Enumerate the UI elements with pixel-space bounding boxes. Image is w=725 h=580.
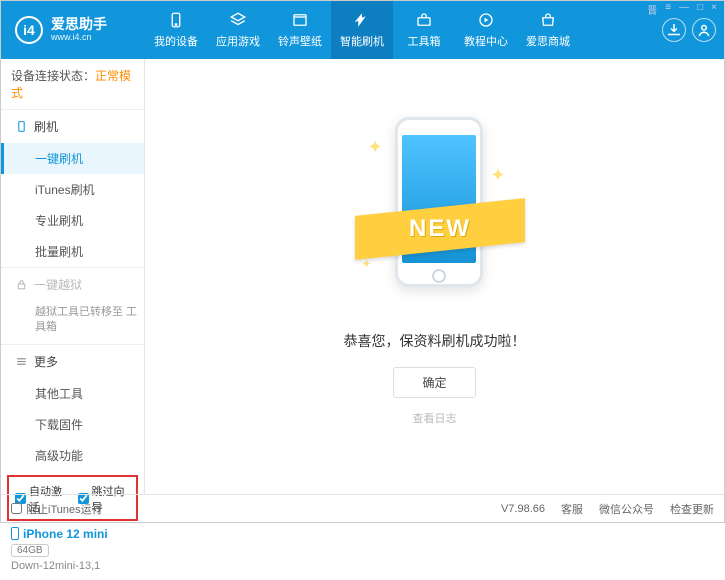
main-content: ✦ ✦ ✦ NEW 恭喜您，保资料刷机成功啦！ 确定 查看日志 [145,59,724,494]
main-nav: 我的设备应用游戏铃声壁纸智能刷机工具箱教程中心爱思商城 [145,1,662,59]
ok-button[interactable]: 确定 [393,367,475,398]
device-info: iPhone 12 mini 64GB Down-12mini-13,1 [1,523,144,580]
support-link[interactable]: 客服 [561,501,583,517]
sidebar: 设备连接状态：正常模式 刷机 一键刷机iTunes刷机专业刷机批量刷机 一键越狱… [1,59,145,494]
sidebar-item-flash-0[interactable]: 一键刷机 [1,143,144,174]
footer: 阻止iTunes运行 V7.98.66 客服 微信公众号 检查更新 [1,494,724,522]
phone-illustration: ✦ ✦ ✦ NEW [360,107,510,317]
device-model: Down-12mini-13,1 [11,560,134,572]
download-button[interactable] [662,18,686,42]
sidebar-item-flash-3[interactable]: 批量刷机 [1,236,144,267]
sidebar-head-jailbreak[interactable]: 一键越狱 [1,268,144,301]
nav-device[interactable]: 我的设备 [145,1,207,59]
device-name[interactable]: iPhone 12 mini [11,527,134,541]
device-icon [167,11,185,29]
view-log-link[interactable]: 查看日志 [413,410,457,426]
version-label: V7.98.66 [501,503,545,515]
tutorial-icon [477,11,495,29]
toolbox-icon [415,11,433,29]
nav-flash[interactable]: 智能刷机 [331,1,393,59]
logo-icon: i4 [15,16,43,44]
nav-tutorial[interactable]: 教程中心 [455,1,517,59]
user-button[interactable] [692,18,716,42]
win-min[interactable]: — [679,2,689,17]
header-right [662,18,716,42]
check-update-link[interactable]: 检查更新 [670,501,714,517]
success-message: 恭喜您，保资料刷机成功啦！ [344,331,526,351]
flash-icon [353,11,371,29]
sidebar-item-flash-2[interactable]: 专业刷机 [1,205,144,236]
sidebar-item-more-1[interactable]: 下载固件 [1,409,144,440]
phone-icon [11,527,19,540]
win-menu[interactable]: ≡ [665,2,671,17]
sidebar-item-more-2[interactable]: 高级功能 [1,440,144,471]
connection-status: 设备连接状态：正常模式 [1,59,144,109]
sidebar-head-more[interactable]: 更多 [1,345,144,378]
app-logo: i4 爱思助手 www.i4.cn [15,16,145,44]
store-icon [539,11,557,29]
win-max[interactable]: □ [697,2,703,17]
win-close[interactable]: × [711,2,717,17]
nav-apps[interactable]: 应用游戏 [207,1,269,59]
jailbreak-note: 越狱工具已转移至 工具箱 [1,301,144,344]
nav-toolbox[interactable]: 工具箱 [393,1,455,59]
sidebar-head-flash[interactable]: 刷机 [1,110,144,143]
nav-store[interactable]: 爱思商城 [517,1,579,59]
device-capacity: 64GB [11,544,49,557]
app-name: 爱思助手 [51,17,107,32]
sidebar-item-flash-1[interactable]: iTunes刷机 [1,174,144,205]
apps-icon [229,11,247,29]
nav-wallpaper[interactable]: 铃声壁纸 [269,1,331,59]
block-itunes-checkbox[interactable]: 阻止iTunes运行 [11,501,103,517]
window-controls: 晋 ≡ — □ × [647,2,717,17]
win-btn[interactable]: 晋 [647,2,657,17]
wechat-link[interactable]: 微信公众号 [599,501,654,517]
new-banner: NEW [355,198,525,260]
sidebar-item-more-0[interactable]: 其他工具 [1,378,144,409]
wallpaper-icon [291,11,309,29]
app-url: www.i4.cn [51,33,107,43]
header: i4 爱思助手 www.i4.cn 我的设备应用游戏铃声壁纸智能刷机工具箱教程中… [1,1,724,59]
